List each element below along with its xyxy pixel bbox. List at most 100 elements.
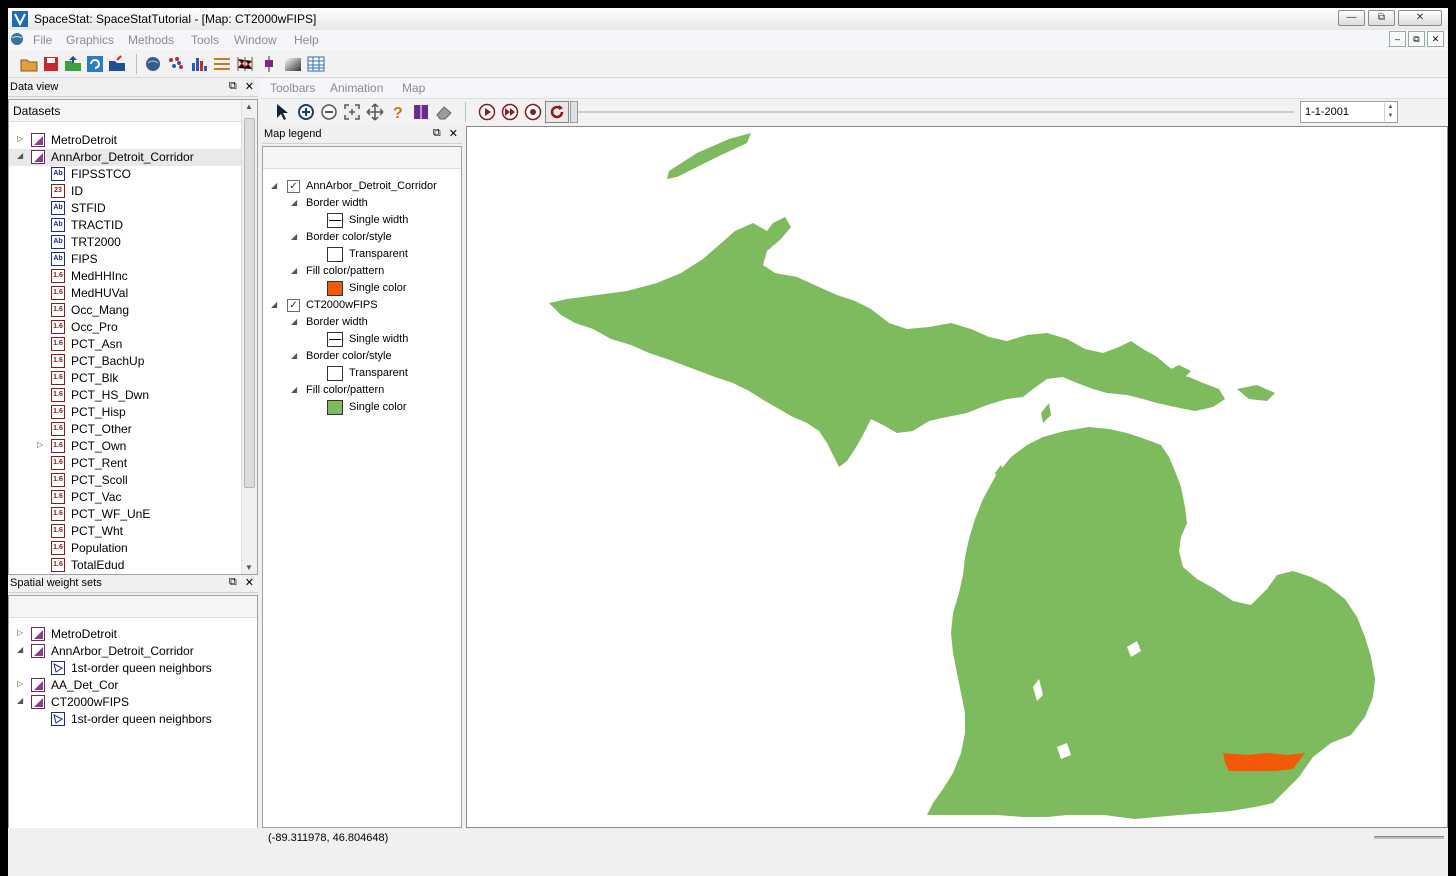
pan-icon[interactable] [366, 103, 384, 121]
parallel-plot-icon[interactable] [236, 55, 254, 73]
open-folder-icon[interactable] [20, 55, 38, 73]
expanded-arrow-icon[interactable]: ◢ [291, 266, 297, 275]
michigan-map[interactable] [467, 127, 1447, 827]
legend-value-row[interactable]: Single width [263, 332, 461, 349]
variable-row[interactable]: 1.6 PCT_BachUp [9, 353, 241, 370]
zoom-out-icon[interactable] [320, 103, 338, 121]
stop-icon[interactable] [524, 103, 542, 121]
variable-row[interactable]: 1.6 PCT_Wht [9, 523, 241, 540]
refresh-icon[interactable] [86, 55, 104, 73]
legend-property-row[interactable]: ◢ Border color/style [263, 230, 461, 247]
variable-row[interactable]: 1.6 PCT_Vac [9, 489, 241, 506]
menu-animation[interactable]: Animation [330, 81, 383, 95]
close-panel-icon[interactable]: ✕ [245, 80, 254, 93]
eraser-icon[interactable] [435, 103, 453, 121]
variable-row[interactable]: Ab TRT2000 [9, 234, 241, 251]
legend-property-row[interactable]: ◢ Border width [263, 315, 461, 332]
menu-methods[interactable]: Methods [128, 33, 174, 47]
variable-row[interactable]: 1.6 Occ_Pro [9, 319, 241, 336]
loop-toggle[interactable] [545, 101, 569, 123]
menu-help[interactable]: Help [294, 33, 319, 47]
variable-row[interactable]: 23 ID [9, 183, 241, 200]
dataset-row[interactable]: ◢ AnnArbor_Detroit_Corridor [9, 149, 241, 166]
expanded-arrow-icon[interactable]: ◢ [291, 232, 297, 241]
histogram-icon[interactable] [190, 55, 208, 73]
close-panel-icon[interactable]: ✕ [245, 576, 254, 589]
legend-property-row[interactable]: ◢ Border color/style [263, 349, 461, 366]
weights-dataset-row[interactable]: ◢ CT2000wFIPS [9, 694, 257, 711]
import-icon[interactable] [108, 55, 126, 73]
menu-map[interactable]: Map [402, 81, 425, 95]
date-spin-arrows[interactable]: ▲ ▼ [1384, 103, 1396, 121]
legend-value-row[interactable]: Single color [263, 281, 461, 298]
menu-tools[interactable]: Tools [191, 33, 219, 47]
weights-dataset-row[interactable]: ▷ MetroDetroit [9, 626, 257, 643]
play-icon[interactable] [478, 103, 496, 121]
datasets-scroll-thumb[interactable] [244, 118, 255, 488]
collapsed-arrow-icon[interactable]: ▷ [17, 679, 27, 688]
collapsed-arrow-icon[interactable]: ▷ [17, 134, 27, 143]
gradient-icon[interactable] [284, 55, 302, 73]
border-style-swatch[interactable] [327, 366, 343, 381]
expanded-arrow-icon[interactable]: ◢ [291, 385, 297, 394]
float-panel-icon[interactable]: ⧉ [229, 80, 237, 93]
menu-file[interactable]: File [33, 33, 52, 47]
mdi-restore-button[interactable]: ⧉ [1408, 31, 1425, 47]
variable-row[interactable]: 1.6 Population [9, 540, 241, 557]
menu-window[interactable]: Window [234, 33, 277, 47]
variable-row[interactable]: 1.6 PCT_Asn [9, 336, 241, 353]
variable-row[interactable]: 1.6 PCT_Other [9, 421, 241, 438]
timeline-slider-handle[interactable] [570, 101, 578, 123]
datasets-scrollbar[interactable]: ▲ ▼ [241, 100, 257, 574]
scatter-icon[interactable] [167, 55, 185, 73]
variable-row[interactable]: Ab STFID [9, 200, 241, 217]
variable-row[interactable]: 1.6 MedHHInc [9, 268, 241, 285]
fill-color-swatch[interactable] [327, 281, 343, 296]
variable-row[interactable]: 1.6 MedHUVal [9, 285, 241, 302]
variable-row[interactable]: 1.6 PCT_WF_UnE [9, 506, 241, 523]
expanded-arrow-icon[interactable]: ◢ [291, 351, 297, 360]
variable-row[interactable]: 1.6 PCT_Blk [9, 370, 241, 387]
legend-property-row[interactable]: ◢ Fill color/pattern [263, 383, 461, 400]
layer-visibility-checkbox[interactable]: ✓ [287, 180, 300, 193]
collapsed-arrow-icon[interactable]: ▷ [17, 628, 27, 637]
float-panel-icon[interactable]: ⧉ [229, 576, 237, 589]
weights-set-row[interactable]: 1st-order queen neighbors [9, 660, 257, 677]
legend-property-row[interactable]: ◢ Fill color/pattern [263, 264, 461, 281]
legend-value-row[interactable]: Transparent [263, 247, 461, 264]
map-canvas[interactable] [466, 126, 1448, 828]
variable-row[interactable]: 1.6 PCT_Rent [9, 455, 241, 472]
collapsed-arrow-icon[interactable]: ▷ [37, 440, 47, 449]
close-button[interactable]: ✕ [1398, 10, 1442, 26]
menu-toolbars[interactable]: Toolbars [270, 81, 315, 95]
expanded-arrow-icon[interactable]: ◢ [291, 198, 297, 207]
minimize-button[interactable]: — [1338, 10, 1365, 26]
dataset-row[interactable]: ▷ MetroDetroit [9, 132, 241, 149]
legend-value-row[interactable]: Single width [263, 213, 461, 230]
book-icon[interactable] [412, 103, 430, 121]
restore-button[interactable]: ⧉ [1368, 10, 1395, 26]
variable-row[interactable]: ▷ 1.6 PCT_Own [9, 438, 241, 455]
variable-row[interactable]: 1.6 TotalEdud [9, 557, 241, 574]
mdi-minimize-button[interactable]: – [1389, 31, 1406, 47]
legend-layer-row[interactable]: ◢ ✓ AnnArbor_Detroit_Corridor [263, 179, 461, 196]
variable-row[interactable]: 1.6 PCT_Scoll [9, 472, 241, 489]
expanded-arrow-icon[interactable]: ◢ [17, 696, 27, 705]
weights-set-row[interactable]: 1st-order queen neighbors [9, 711, 257, 728]
fast-forward-icon[interactable] [501, 103, 519, 121]
globe-icon[interactable] [144, 55, 162, 73]
lines-icon[interactable] [213, 55, 231, 73]
weights-dataset-row[interactable]: ◢ AnnArbor_Detroit_Corridor [9, 643, 257, 660]
save-icon[interactable] [42, 55, 60, 73]
legend-value-row[interactable]: Transparent [263, 366, 461, 383]
legend-value-row[interactable]: Single color [263, 400, 461, 417]
mdi-close-button[interactable]: ✕ [1427, 31, 1444, 47]
zoom-extent-icon[interactable] [343, 103, 361, 121]
date-spinbox[interactable]: 1-1-2001 ▲ ▼ [1300, 101, 1398, 123]
menu-graphics[interactable]: Graphics [66, 33, 114, 47]
expanded-arrow-icon[interactable]: ◢ [271, 300, 277, 309]
expanded-arrow-icon[interactable]: ◢ [271, 181, 277, 190]
table-icon[interactable] [307, 55, 325, 73]
help-icon[interactable]: ? [389, 103, 407, 121]
layer-visibility-checkbox[interactable]: ✓ [287, 299, 300, 312]
